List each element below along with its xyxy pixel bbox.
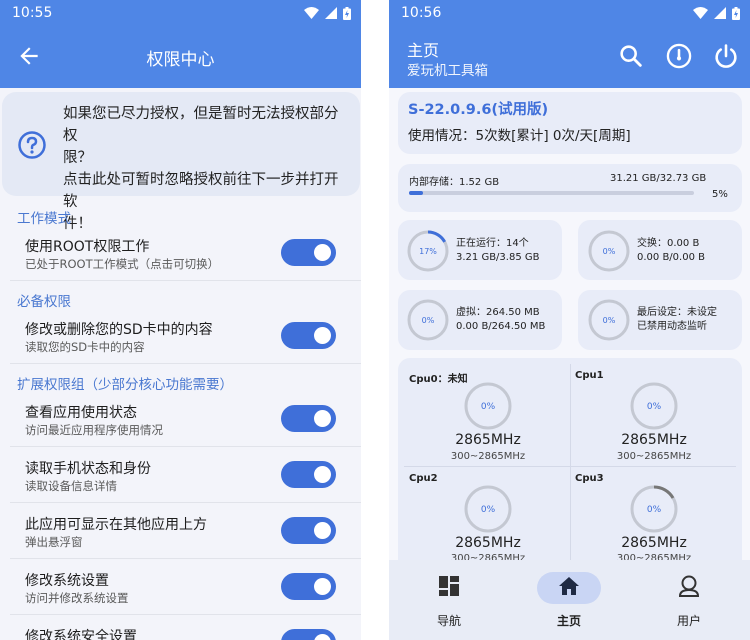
storage-bar-fill (409, 191, 424, 195)
speedometer-icon[interactable] (665, 42, 693, 70)
wifi-icon (304, 7, 319, 19)
divider (10, 614, 361, 615)
permission-item-root[interactable]: 使用ROOT权限工作 已处于ROOT工作模式（点击可切换） (0, 230, 361, 280)
permission-item-system-settings[interactable]: 修改系统设置 访问并修改系统设置 (0, 564, 361, 614)
divider (404, 466, 736, 467)
storage-percent: 5% (712, 189, 728, 200)
skip-authorization-notice[interactable]: 如果您已尽力授权，但是暂时无法授权部分权 限？ 点击此处可暂时忽略授权前往下一步… (2, 92, 360, 232)
search-icon[interactable] (617, 42, 645, 70)
app-name: 爱玩机工具箱 (407, 63, 488, 79)
svg-text:0%: 0% (647, 402, 662, 412)
cpu2-gauge: 0% (464, 485, 512, 533)
cpu3-name: Cpu3 (575, 473, 604, 484)
permission-item-phone-state[interactable]: 读取手机状态和身份 读取设备信息详情 (0, 452, 361, 502)
svg-text:0%: 0% (603, 316, 616, 325)
running-memory: 3.21 GB/3.85 GB (456, 252, 540, 263)
nav-user[interactable]: 用户 (629, 560, 749, 640)
swap-label: 交换：0.00 B (637, 238, 700, 249)
status-time: 10:55 (12, 5, 53, 21)
status-bar: 10:56 (389, 0, 750, 26)
dashboard-icon (439, 576, 459, 596)
storage-card[interactable] (398, 164, 742, 212)
wifi-icon (693, 7, 708, 19)
power-icon[interactable] (712, 42, 740, 70)
cpu1-range: 300~2865MHz (616, 451, 692, 462)
root-toggle[interactable] (281, 239, 336, 266)
swap-usage: 0.00 B/0.00 B (637, 252, 705, 263)
nav-dashboard[interactable]: 导航 (389, 560, 509, 640)
section-required: 必备权限 (17, 294, 71, 310)
permission-item-overlay[interactable]: 此应用可显示在其他应用上方 弹出悬浮窗 (0, 508, 361, 558)
overlay-toggle[interactable] (281, 517, 336, 544)
storage-bar (409, 191, 694, 195)
cpu1-gauge: 0% (630, 382, 678, 430)
phone-state-toggle[interactable] (281, 461, 336, 488)
status-bar: 10:55 (0, 0, 361, 26)
divider (10, 280, 361, 281)
running-gauge: 17% (407, 230, 449, 272)
dynamic-listen-status: 已禁用动态监听 (637, 321, 707, 332)
sd-card-toggle[interactable] (281, 322, 336, 349)
cpu1-frequency: 2865MHz (621, 432, 687, 448)
usage-info: 使用情况：5次数[累计] 0次/天[周期] (408, 128, 631, 144)
status-time: 10:56 (401, 5, 442, 21)
virtual-gauge: 0% (407, 299, 449, 341)
virtual-usage: 0.00 B/264.50 MB (456, 321, 546, 332)
divider (10, 446, 361, 447)
storage-total: 31.21 GB/32.73 GB (610, 173, 707, 184)
divider (10, 502, 361, 503)
cpu1-name: Cpu1 (575, 370, 604, 381)
secure-settings-toggle[interactable] (281, 629, 336, 640)
svg-text:0%: 0% (481, 505, 496, 515)
divider (10, 558, 361, 559)
divider (10, 363, 361, 364)
cpu0-frequency: 2865MHz (455, 432, 521, 448)
svg-text:0%: 0% (481, 402, 496, 412)
signal-icon (714, 7, 726, 19)
cpu3-gauge: 0% (630, 485, 678, 533)
last-setting-gauge: 0% (588, 299, 630, 341)
permission-item-secure-settings[interactable]: 修改系统安全设置 (0, 620, 361, 640)
permission-center-screen: 10:55 权限中心 如果您已尽力授权，但是暂时无法授权部分权 限？ 点击此处可… (0, 0, 361, 640)
usage-stats-toggle[interactable] (281, 405, 336, 432)
svg-text:0%: 0% (422, 316, 435, 325)
swap-gauge: 0% (588, 230, 630, 272)
permission-item-sd-card[interactable]: 修改或删除您的SD卡中的内容 读取您的SD卡中的内容 (0, 313, 361, 363)
system-settings-toggle[interactable] (281, 573, 336, 600)
cpu0-name: Cpu0：未知 (409, 374, 468, 385)
svg-text:17%: 17% (419, 247, 437, 256)
section-extended: 扩展权限组（少部分核心功能需要） (17, 377, 233, 393)
cpu2-frequency: 2865MHz (455, 535, 521, 551)
app-bar: 主页 爱玩机工具箱 (389, 26, 750, 88)
version-name: S-22.0.9.6(试用版) (408, 102, 549, 118)
permission-item-usage-stats[interactable]: 查看应用使用状态 访问最近应用程序使用情况 (0, 396, 361, 446)
cpu2-name: Cpu2 (409, 473, 438, 484)
cpu0-gauge: 0% (464, 382, 512, 430)
help-icon (18, 131, 46, 159)
home-icon (559, 577, 579, 595)
svg-text:0%: 0% (603, 247, 616, 256)
nav-home[interactable]: 主页 (509, 560, 629, 640)
battery-icon (732, 6, 740, 20)
user-icon (678, 575, 700, 597)
divider (570, 364, 571, 564)
cpu0-range: 300~2865MHz (450, 451, 526, 462)
section-work-mode: 工作模式 (17, 211, 71, 227)
page-title: 权限中心 (146, 50, 215, 70)
cpu3-frequency: 2865MHz (621, 535, 687, 551)
battery-icon (343, 6, 351, 20)
signal-icon (325, 7, 337, 19)
notice-text: 如果您已尽力授权，但是暂时无法授权部分权 限？ 点击此处可暂时忽略授权前往下一步… (63, 106, 339, 232)
storage-label: 内部存储：1.52 GB (409, 177, 500, 188)
bottom-navigation: 导航 主页 用户 (389, 560, 750, 640)
running-count: 正在运行：14个 (456, 238, 529, 249)
virtual-label: 虚拟：264.50 MB (456, 307, 540, 318)
app-bar: 权限中心 (0, 26, 361, 88)
last-setting-label: 最后设定：未设定 (637, 307, 717, 318)
svg-text:0%: 0% (647, 505, 662, 515)
page-title: 主页 (407, 41, 440, 60)
